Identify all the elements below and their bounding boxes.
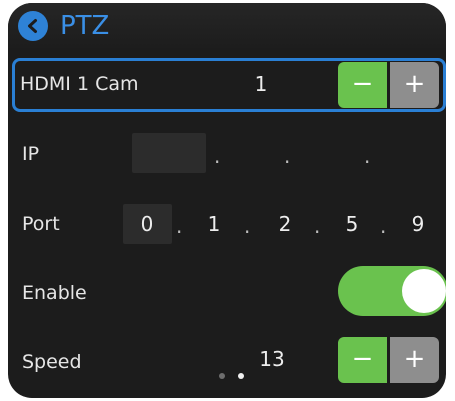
camera-increment-button[interactable]: + [390, 62, 439, 108]
port-separator: . [244, 214, 251, 238]
page-indicator-dot-active [238, 373, 244, 379]
speed-label: Speed [22, 351, 82, 373]
back-button[interactable] [18, 11, 48, 41]
page-indicator-dot [219, 373, 225, 379]
ip-separator: . [364, 144, 371, 168]
chevron-left-icon [28, 19, 37, 33]
ptz-settings-screen: PTZ HDMI 1 Cam 1 − + IP . . . Port 0 . 1… [8, 3, 446, 398]
port-separator: . [314, 214, 321, 238]
ip-label: IP [22, 143, 40, 165]
page-title: PTZ [60, 11, 110, 41]
ip-octet-1-field[interactable] [132, 133, 206, 173]
port-digit[interactable]: 5 [340, 211, 364, 237]
ip-separator: . [214, 144, 221, 168]
header: PTZ [8, 3, 446, 51]
camera-decrement-button[interactable]: − [338, 62, 387, 108]
toggle-knob [402, 269, 446, 313]
camera-value: 1 [254, 72, 268, 96]
enable-toggle[interactable] [338, 266, 446, 316]
port-label: Port [22, 213, 60, 235]
port-digit[interactable]: 1 [202, 211, 226, 237]
port-separator: . [176, 214, 183, 238]
port-digit[interactable]: 9 [406, 211, 430, 237]
port-digit[interactable]: 0 [135, 211, 159, 237]
ip-separator: . [284, 144, 291, 168]
speed-decrement-button[interactable]: − [338, 337, 387, 383]
enable-label: Enable [22, 282, 87, 304]
port-separator: . [380, 214, 387, 238]
speed-increment-button[interactable]: + [390, 337, 439, 383]
camera-label: HDMI 1 Cam [20, 73, 139, 95]
port-digit[interactable]: 2 [273, 211, 297, 237]
speed-value: 13 [259, 347, 285, 371]
